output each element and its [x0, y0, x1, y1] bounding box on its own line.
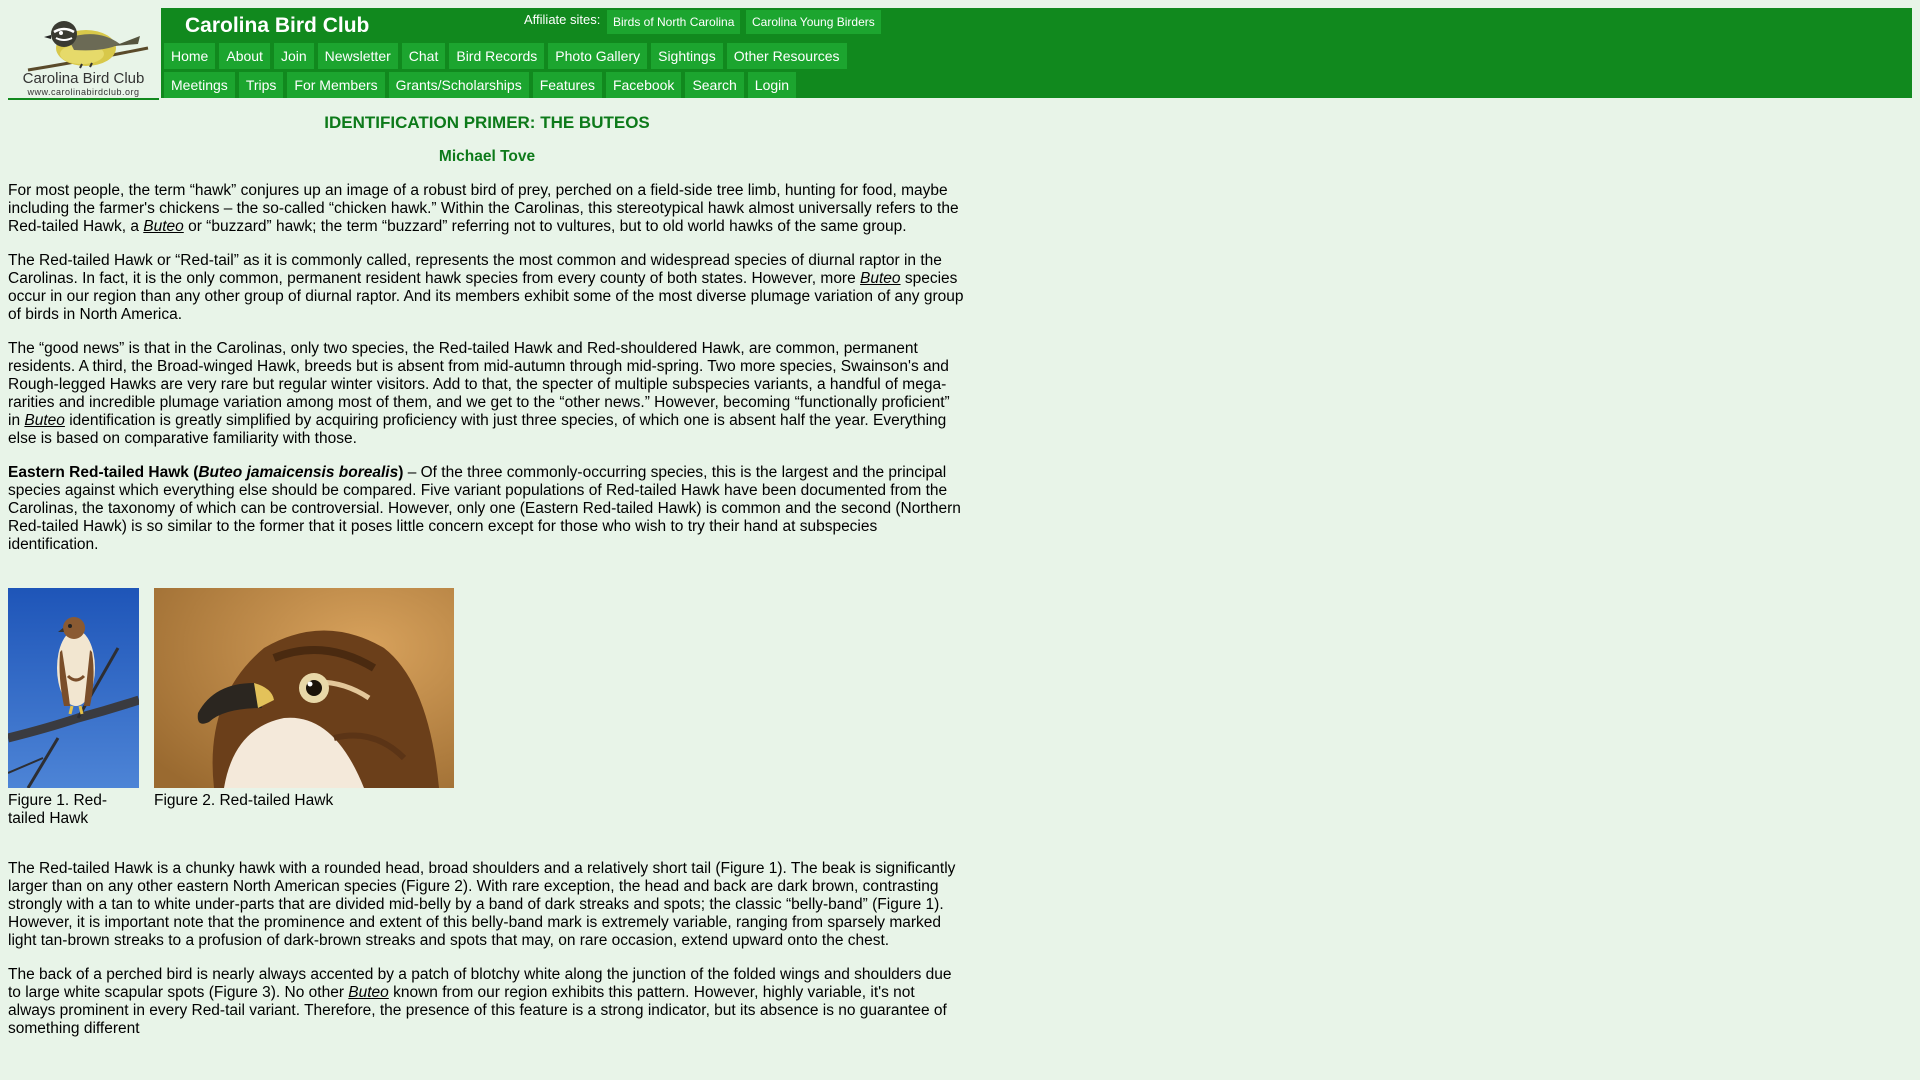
nav-for-members[interactable]: For Members [287, 72, 385, 98]
nav-photo-gallery[interactable]: Photo Gallery [548, 43, 648, 69]
main-nav-row-2: Meetings Trips For Members Grants/Schola… [164, 72, 797, 98]
site-logo[interactable]: Carolina Bird Club www.carolinabirdclub.… [8, 8, 159, 100]
paragraph-3: The “good news” is that in the Carolinas… [8, 340, 966, 448]
logo-url: www.carolinabirdclub.org [27, 87, 140, 97]
site-header: Carolina Bird Club Affiliate sites: Bird… [161, 8, 1912, 98]
main-nav-row-1: Home About Join Newsletter Chat Bird Rec… [164, 43, 847, 69]
nav-trips[interactable]: Trips [238, 72, 284, 98]
nav-newsletter[interactable]: Newsletter [317, 43, 398, 69]
nav-sightings[interactable]: Sightings [651, 43, 723, 69]
figure-1-caption: Figure 1. Red-tailed Hawk [8, 792, 108, 827]
paragraph-4: Eastern Red-tailed Hawk (Buteo jamaicens… [8, 464, 966, 554]
genus-term: Buteo [143, 218, 184, 235]
paragraph-5: The Red-tailed Hawk is a chunky hawk wit… [8, 860, 956, 949]
nav-home[interactable]: Home [164, 43, 216, 69]
paragraph-text: or “buzzard” hawk; the term “buzzard” re… [183, 218, 907, 235]
site-title[interactable]: Carolina Bird Club [185, 14, 369, 38]
species-scientific-name: Buteo jamaicensis borealis [198, 464, 399, 481]
nav-grants-scholarships[interactable]: Grants/Scholarships [388, 72, 529, 98]
affiliate-label: Affiliate sites: [524, 12, 601, 27]
nav-facebook[interactable]: Facebook [605, 72, 682, 98]
nav-join[interactable]: Join [273, 43, 314, 69]
nav-chat[interactable]: Chat [401, 43, 446, 69]
page-title: IDENTIFICATION PRIMER: THE BUTEOS [324, 113, 650, 132]
article-author: Michael Tove [438, 148, 536, 165]
figure-2: Figure 2. Red-tailed Hawk [154, 588, 454, 828]
nav-meetings[interactable]: Meetings [164, 72, 235, 98]
paragraph-2: The Red-tailed Hawk or “Red-tail” as it … [8, 252, 966, 324]
figure-1: Figure 1. Red-tailed Hawk [8, 588, 139, 828]
nav-about[interactable]: About [219, 43, 270, 69]
paragraph-text: identification is greatly simplified by … [8, 412, 947, 447]
article: IDENTIFICATION PRIMER: THE BUTEOS Michae… [8, 108, 966, 1038]
nav-other-resources[interactable]: Other Resources [726, 43, 847, 69]
red-tailed-hawk-perched-image [8, 588, 139, 788]
species-heading-text: Eastern Red-tailed Hawk ( [8, 464, 199, 481]
genus-term: Buteo [860, 270, 901, 287]
nav-bird-records[interactable]: Bird Records [449, 43, 545, 69]
genus-term: Buteo [348, 984, 389, 1001]
genus-term: Buteo [24, 412, 65, 429]
nav-features[interactable]: Features [532, 72, 602, 98]
nav-search[interactable]: Search [685, 72, 744, 98]
paragraph-6: The back of a perched bird is nearly alw… [8, 966, 966, 1038]
figure-2-caption: Figure 2. Red-tailed Hawk [154, 792, 334, 809]
paragraph-1: For most people, the term “hawk” conjure… [8, 182, 966, 236]
logo-text: Carolina Bird Club [22, 70, 145, 87]
paragraph-text: The Red-tailed Hawk or “Red-tail” as it … [8, 252, 942, 287]
nav-login[interactable]: Login [747, 72, 797, 98]
figures-row: Figure 1. Red-tailed Hawk Figure 2. Red-… [8, 588, 966, 828]
affiliate-link-young-birders[interactable]: Carolina Young Birders [746, 10, 881, 34]
affiliate-link-birds-of-nc[interactable]: Birds of North Carolina [607, 10, 741, 34]
species-heading: Eastern Red-tailed Hawk (Buteo jamaicens… [8, 464, 403, 481]
red-tailed-hawk-head-image [154, 588, 454, 788]
